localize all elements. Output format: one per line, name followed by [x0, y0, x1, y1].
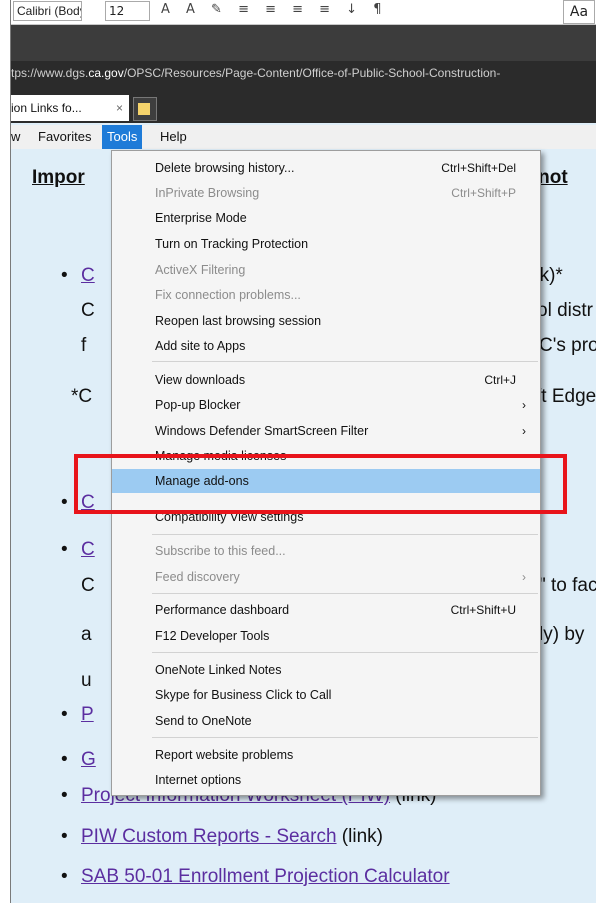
menu-item-report-website-problems[interactable]: Report website problems — [112, 743, 540, 767]
tab-row: ion Links fo... × — [11, 85, 596, 123]
menu-item-fix-connection[interactable]: Fix connection problems... — [112, 283, 540, 307]
menu-item-tracking-protection[interactable]: Turn on Tracking Protection — [112, 232, 540, 256]
new-tab-icon[interactable] — [133, 97, 157, 121]
text-c: C — [81, 300, 95, 321]
menu-item-activex-filtering[interactable]: ActiveX Filtering — [112, 258, 540, 282]
bullet: • — [61, 492, 68, 513]
menu-favorites[interactable]: Favorites — [38, 125, 91, 149]
menu-item-smartscreen-filter[interactable]: Windows Defender SmartScreen Filter › — [112, 419, 540, 443]
text-f: f — [81, 335, 87, 356]
bullet: • — [61, 704, 68, 725]
text-u: u — [81, 670, 92, 691]
font-size-box[interactable]: 12 — [105, 1, 150, 21]
text-c-2: C — [81, 575, 95, 596]
bullet: • — [61, 826, 68, 847]
address-domain: ca.gov — [88, 66, 124, 80]
tab-title: ion Links fo... — [11, 101, 82, 115]
bullet: • — [61, 785, 68, 806]
link-sab[interactable]: SAB 50-01 Enrollment Projection Calculat… — [81, 866, 450, 888]
address-bar[interactable]: tps://www.dgs.ca.gov/OPSC/Resources/Page… — [11, 61, 596, 85]
bullet: • — [61, 539, 68, 560]
link-piw-reports[interactable]: PIW Custom Reports - Search (link) — [81, 826, 383, 848]
annotation-highlight-box — [74, 454, 567, 514]
menu-separator — [152, 593, 538, 594]
menu-item-reopen-session[interactable]: Reopen last browsing session — [112, 309, 540, 333]
note-start: *C — [71, 386, 93, 407]
menu-item-popup-blocker[interactable]: Pop-up Blocker › — [112, 393, 540, 417]
submenu-arrow-icon: › — [522, 398, 526, 412]
bullet: • — [61, 265, 68, 286]
menu-separator — [152, 737, 538, 738]
address-path: /OPSC/Resources/Page-Content/Office-of-P… — [123, 66, 501, 80]
link-c-1[interactable]: C — [81, 265, 95, 287]
menu-item-f12-developer-tools[interactable]: F12 Developer Tools — [112, 624, 540, 648]
text-to-fac: " to fac — [539, 575, 596, 596]
tab-close-icon[interactable]: × — [116, 95, 123, 121]
link-c-3[interactable]: C — [81, 539, 95, 561]
menu-item-internet-options[interactable]: Internet options — [112, 768, 540, 792]
browser-window: Calibri (Body) 12 A A ✎ ≡ ≡ ≡ ≡ ↓ ¶ Aa t… — [10, 0, 596, 903]
text-school-district: ol distr — [537, 300, 593, 321]
menu-separator — [152, 652, 538, 653]
menu-item-performance-dashboard[interactable]: Performance dashboard Ctrl+Shift+U — [112, 598, 540, 622]
style-preview[interactable]: Aa — [563, 0, 595, 24]
note-edge: ft Edge — [536, 386, 596, 407]
menu-item-feed-discovery[interactable]: Feed discovery › — [112, 565, 540, 589]
text-a: a — [81, 624, 92, 645]
bullet: • — [61, 749, 68, 770]
ribbon-format-buttons[interactable]: A A ✎ ≡ ≡ ≡ ≡ ↓ ¶ — [161, 2, 387, 17]
font-name-box[interactable]: Calibri (Body) — [13, 1, 82, 21]
menu-item-add-site-to-apps[interactable]: Add site to Apps — [112, 334, 540, 358]
menu-item-enterprise-mode[interactable]: Enterprise Mode — [112, 206, 540, 230]
menu-separator — [152, 361, 538, 362]
menu-view[interactable]: w — [11, 125, 20, 149]
active-tab[interactable]: ion Links fo... × — [11, 95, 129, 121]
menu-item-skype-click-to-call[interactable]: Skype for Business Click to Call — [112, 683, 540, 707]
link-p[interactable]: P — [81, 704, 94, 726]
menu-help[interactable]: Help — [160, 125, 187, 149]
menu-tools[interactable]: Tools — [102, 125, 143, 149]
text-by: ly) by — [539, 624, 585, 645]
address-prefix: tps://www.dgs. — [11, 66, 89, 80]
browser-title-area — [11, 25, 596, 61]
menu-item-subscribe-feed[interactable]: Subscribe to this feed... — [112, 539, 540, 563]
text-opsc: C's pro — [539, 335, 596, 356]
important-heading-start: Impor — [32, 167, 85, 188]
bullet: • — [61, 866, 68, 887]
menu-item-inprivate-browsing[interactable]: InPrivate Browsing Ctrl+Shift+P — [112, 181, 540, 205]
submenu-arrow-icon: › — [522, 570, 526, 584]
menu-item-onenote-linked-notes[interactable]: OneNote Linked Notes — [112, 658, 540, 682]
submenu-arrow-icon: › — [522, 424, 526, 438]
word-ribbon-fragment: Calibri (Body) 12 A A ✎ ≡ ≡ ≡ ≡ ↓ ¶ Aa — [11, 0, 596, 25]
link-g[interactable]: G — [81, 749, 96, 771]
menu-item-delete-browsing-history[interactable]: Delete browsing history... Ctrl+Shift+Del — [112, 156, 540, 180]
menu-separator — [152, 534, 538, 535]
menu-bar: w Favorites Tools Help — [11, 125, 596, 149]
menu-item-send-to-onenote[interactable]: Send to OneNote — [112, 709, 540, 733]
menu-item-view-downloads[interactable]: View downloads Ctrl+J — [112, 368, 540, 392]
